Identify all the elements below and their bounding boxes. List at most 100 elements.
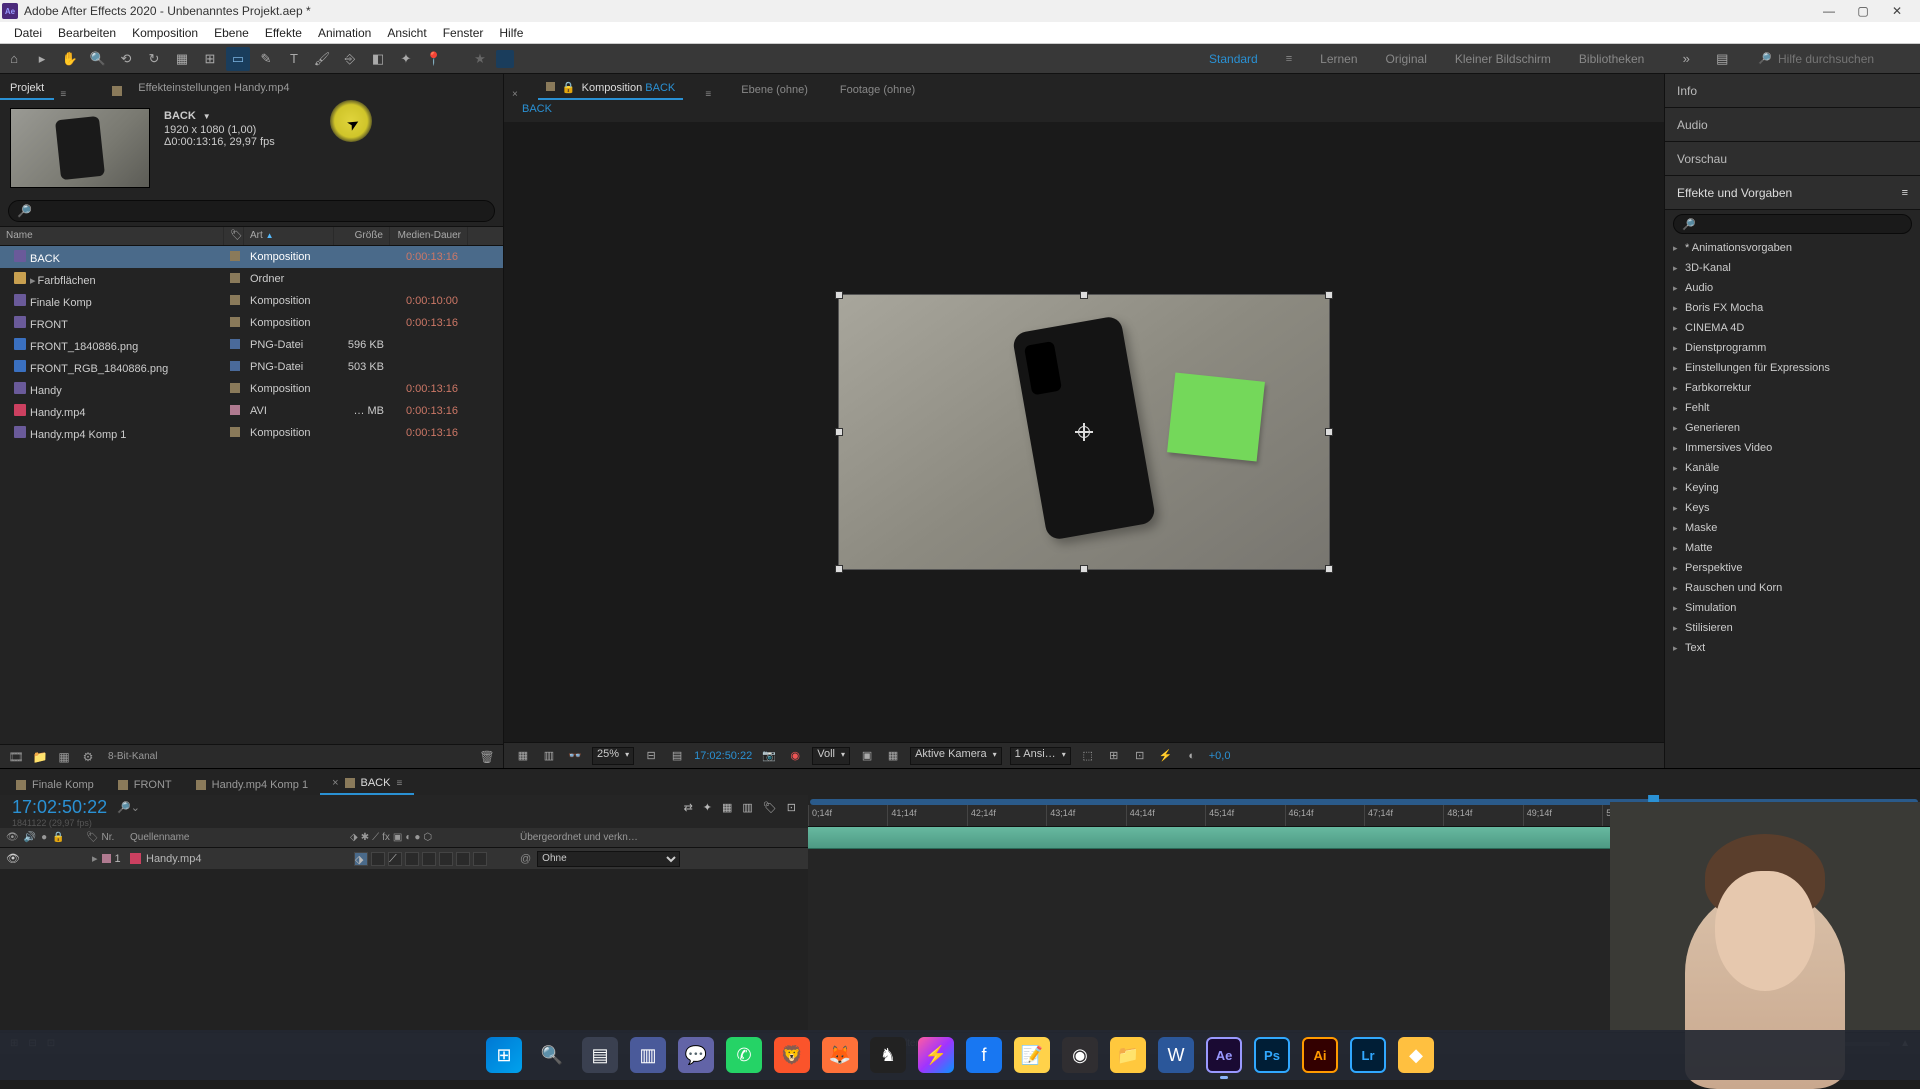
transform-handle[interactable]	[835, 428, 843, 436]
workspace-original[interactable]: Original	[1386, 52, 1427, 66]
grid-icon[interactable]: ▥	[540, 747, 558, 765]
tl-opt3-icon[interactable]: ▦	[722, 801, 732, 814]
project-item[interactable]: Handy.mp4AVI… MB0:00:13:16	[0, 400, 503, 422]
taskbar-taskview-button[interactable]: ▤	[582, 1037, 618, 1073]
camera-tool[interactable]: ▦	[170, 47, 194, 71]
col-speaker-icon[interactable]: 🔊	[24, 832, 36, 843]
transform-handle[interactable]	[1325, 428, 1333, 436]
menu-hilfe[interactable]: Hilfe	[491, 24, 531, 42]
parent-select[interactable]: Ohne	[537, 851, 680, 867]
menu-animation[interactable]: Animation	[310, 24, 379, 42]
taskbar-chat-button[interactable]: 💬	[678, 1037, 714, 1073]
timeline-tab[interactable]: Finale Komp	[4, 774, 106, 795]
effect-category[interactable]: ▸Immersives Video	[1665, 438, 1920, 458]
col-parent-header[interactable]: Übergeordnet und verkn…	[520, 832, 680, 843]
effects-search[interactable]: 🔎	[1673, 214, 1912, 234]
taskbar-app-icon[interactable]: ♞	[870, 1037, 906, 1073]
composition-thumbnail[interactable]	[10, 108, 150, 188]
region-icon[interactable]: ▣	[858, 747, 876, 765]
tab-layer[interactable]: Ebene (ohne)	[733, 79, 816, 100]
effect-category[interactable]: ▸Perspektive	[1665, 558, 1920, 578]
layer-switch[interactable]	[473, 852, 487, 866]
project-item[interactable]: Finale KompKomposition0:00:10:00	[0, 290, 503, 312]
close-button[interactable]: ✕	[1890, 4, 1904, 18]
column-header-tag[interactable]: 🏷	[224, 227, 244, 245]
col-eye-icon[interactable]: 👁	[6, 832, 19, 843]
zoom-select[interactable]: 25% ▾	[592, 747, 634, 765]
selection-tool[interactable]: ▸	[30, 47, 54, 71]
taskbar-photoshop-icon[interactable]: Ps	[1254, 1037, 1290, 1073]
project-item[interactable]: FRONT_RGB_1840886.pngPNG-Datei503 KB	[0, 356, 503, 378]
col-number-header[interactable]: Nr.	[101, 832, 114, 843]
tab-project[interactable]: Projekt	[0, 77, 54, 100]
resolution-select[interactable]: Voll ▾	[812, 747, 850, 765]
settings-icon[interactable]: ⚙	[80, 749, 96, 765]
project-item[interactable]: ▸FarbflächenOrdner	[0, 268, 503, 290]
effect-category[interactable]: ▸Farbkorrektur	[1665, 378, 1920, 398]
effect-category[interactable]: ▸Dienstprogramm	[1665, 338, 1920, 358]
chevron-left-icon[interactable]: ×	[508, 89, 522, 100]
tl-opt1-icon[interactable]: ⇄	[684, 801, 693, 814]
transform-handle[interactable]	[835, 565, 843, 573]
interpret-footage-icon[interactable]: 🎞	[8, 749, 24, 765]
workspace-lernen[interactable]: Lernen	[1320, 52, 1357, 66]
taskbar-pinned-icon[interactable]: ◆	[1398, 1037, 1434, 1073]
puppet-tool[interactable]: 📍	[422, 47, 446, 71]
text-tool[interactable]: T	[282, 47, 306, 71]
camera-select[interactable]: Aktive Kamera ▾	[910, 747, 1002, 765]
timeline-search-icon[interactable]: 🔎⌄	[117, 801, 140, 814]
timeline-tab[interactable]: × BACK ≡	[320, 772, 414, 795]
effect-category[interactable]: ▸Rauschen und Korn	[1665, 578, 1920, 598]
transparency-icon[interactable]: ▦	[884, 747, 902, 765]
timeline-tab[interactable]: Handy.mp4 Komp 1	[184, 774, 320, 795]
zoom-tool[interactable]: 🔍	[86, 47, 110, 71]
timeline-layer-row[interactable]: 👁 ▸ 1 Handy.mp4 ⬗ ⟋	[0, 848, 808, 870]
workspace-overflow-icon[interactable]: »	[1674, 47, 1698, 71]
taskbar-messenger-icon[interactable]: ⚡	[918, 1037, 954, 1073]
effect-category[interactable]: ▸Keying	[1665, 478, 1920, 498]
mask-icon[interactable]: 👓	[566, 747, 584, 765]
project-item[interactable]: Handy.mp4 Komp 1Komposition0:00:13:16	[0, 422, 503, 444]
layer-switch[interactable]	[422, 852, 436, 866]
taskbar-after-effects-icon[interactable]: Ae	[1206, 1037, 1242, 1073]
effect-category[interactable]: ▸Text	[1665, 638, 1920, 658]
color-icon[interactable]: ◉	[786, 747, 804, 765]
column-header-type[interactable]: Art ▲	[244, 227, 334, 245]
tl-opt4-icon[interactable]: ▥	[742, 801, 752, 814]
taskbar-notes-icon[interactable]: 📝	[1014, 1037, 1050, 1073]
channel-icon[interactable]: ▤	[668, 747, 686, 765]
layer-switch[interactable]	[456, 852, 470, 866]
layer-switch[interactable]: ⟋	[388, 852, 402, 866]
pen-tool[interactable]: ✎	[254, 47, 278, 71]
menu-fenster[interactable]: Fenster	[435, 24, 492, 42]
exposure-value[interactable]: +0,0	[1209, 750, 1231, 762]
effect-category[interactable]: ▸Matte	[1665, 538, 1920, 558]
column-header-duration[interactable]: Medien-Dauer	[390, 227, 468, 245]
taskbar-firefox-icon[interactable]: 🦊	[822, 1037, 858, 1073]
footer-timecode[interactable]: 17:02:50:22	[694, 750, 752, 762]
menu-effekte[interactable]: Effekte	[257, 24, 310, 42]
exposure-icon[interactable]: ◐	[1183, 747, 1201, 765]
help-search-input[interactable]	[1778, 52, 1908, 66]
effect-category[interactable]: ▸Fehlt	[1665, 398, 1920, 418]
new-folder-icon[interactable]: 📁	[32, 749, 48, 765]
pan-behind-tool[interactable]: ⊞	[198, 47, 222, 71]
tab-effect-controls[interactable]: Effekteinstellungen Handy.mp4	[128, 77, 299, 100]
col-solo-icon[interactable]: ●	[41, 832, 47, 843]
fast-preview-icon[interactable]: ⚡	[1157, 747, 1175, 765]
workspace-menu-icon[interactable]: ≡	[1286, 53, 1292, 65]
fill-swatch[interactable]	[496, 50, 514, 68]
brush-tool[interactable]: 🖌	[310, 47, 334, 71]
tl-opt2-icon[interactable]: ✦	[703, 801, 712, 814]
layer-solo-toggle[interactable]	[42, 852, 56, 865]
roto-tool[interactable]: ✦	[394, 47, 418, 71]
new-comp-icon[interactable]: ▦	[56, 749, 72, 765]
transform-handle[interactable]	[1325, 565, 1333, 573]
effect-category[interactable]: ▸Keys	[1665, 498, 1920, 518]
effect-category[interactable]: ▸CINEMA 4D	[1665, 318, 1920, 338]
transform-handle[interactable]	[1080, 291, 1088, 299]
effect-category[interactable]: ▸3D-Kanal	[1665, 258, 1920, 278]
mag-icon[interactable]: ▦	[514, 747, 532, 765]
home-tool[interactable]: ⌂	[2, 47, 26, 71]
hand-tool[interactable]: ✋	[58, 47, 82, 71]
